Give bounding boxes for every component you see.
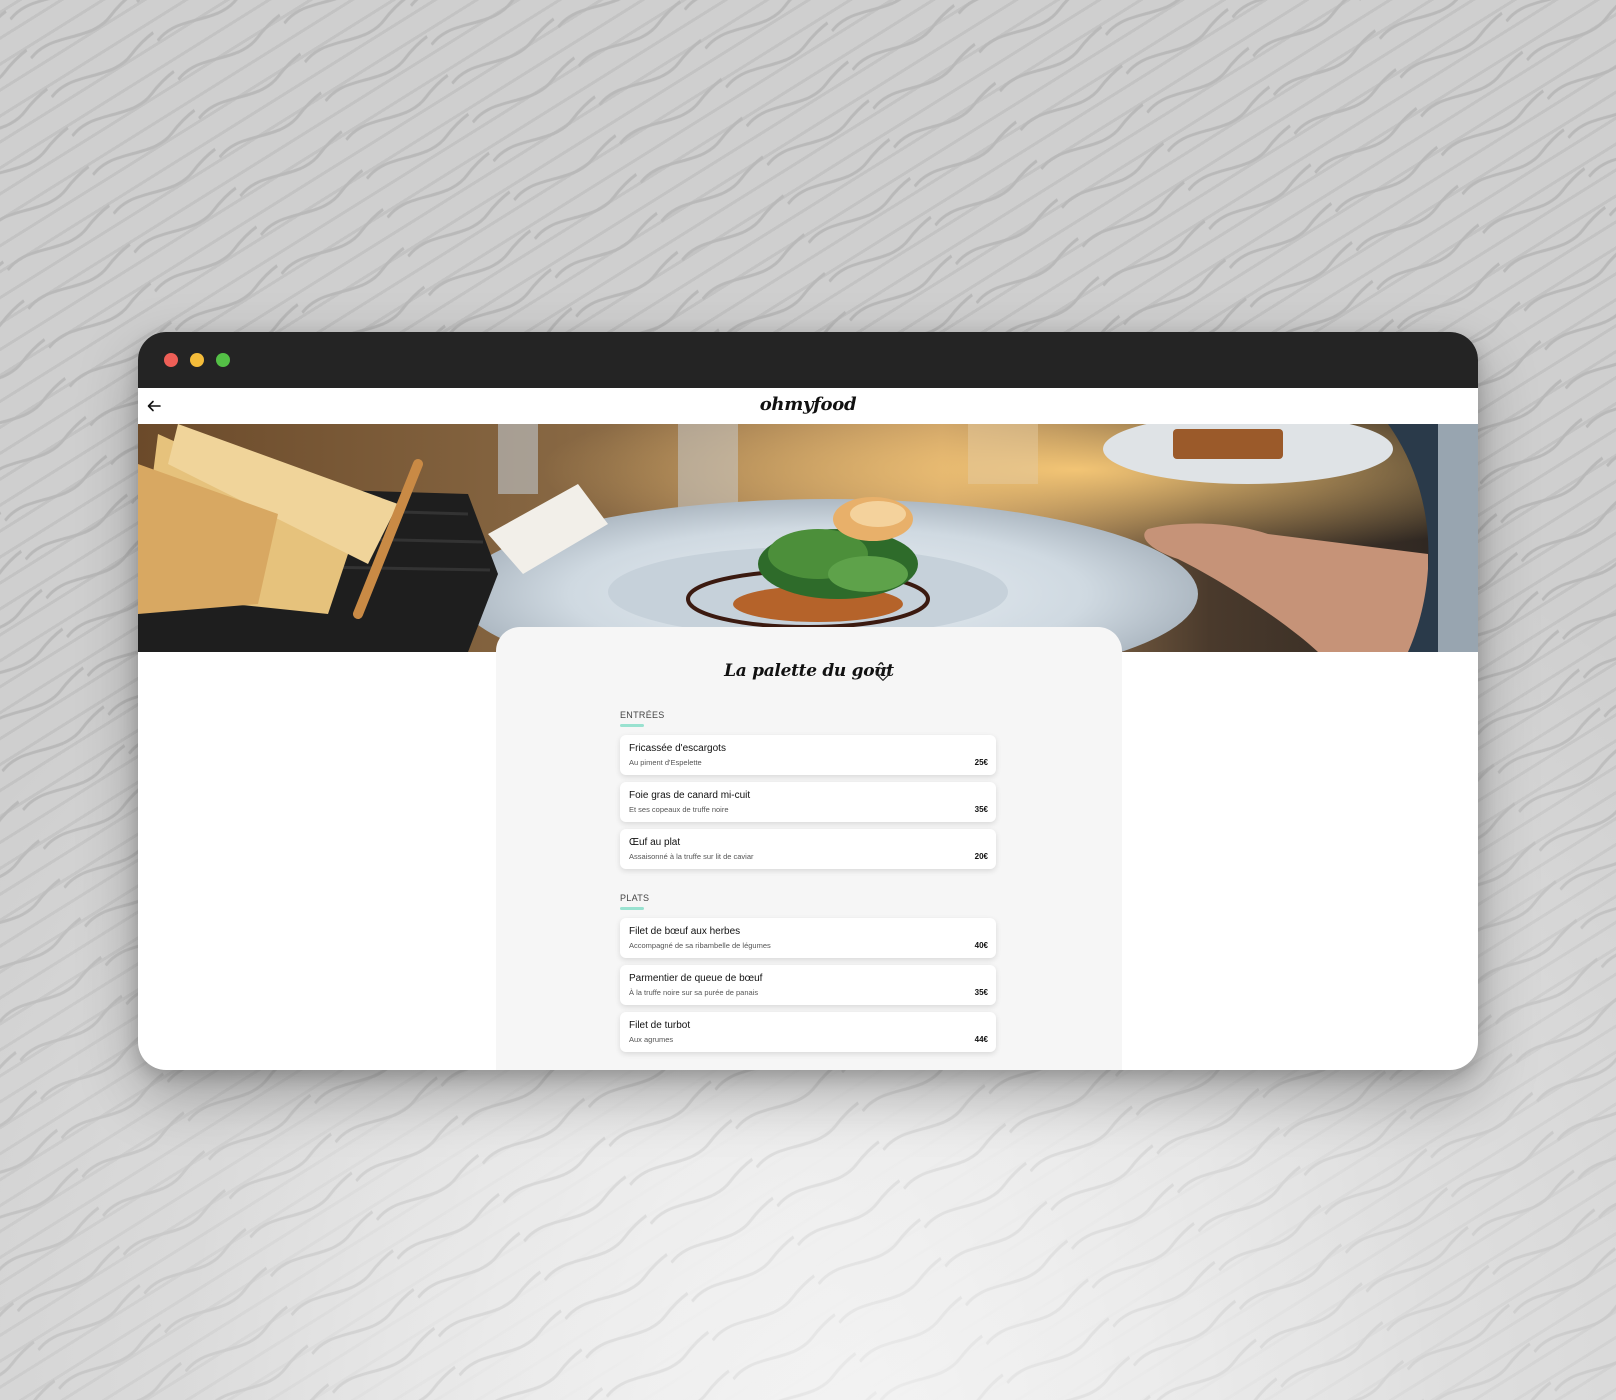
section-label-plats: PLATS <box>620 893 650 910</box>
section-underline <box>620 907 644 910</box>
dish-price: 40€ <box>974 941 988 950</box>
dish-description: Aux agrumes <box>629 1035 674 1044</box>
dish-price: 25€ <box>974 758 988 767</box>
dish-card[interactable]: Parmentier de queue de bœuf À la truffe … <box>620 965 996 1005</box>
dish-card[interactable]: Foie gras de canard mi-cuit Et ses copea… <box>620 782 996 822</box>
dish-card[interactable]: Filet de bœuf aux herbes Accompagné de s… <box>620 918 996 958</box>
dish-price: 44€ <box>974 1035 988 1044</box>
close-window-button[interactable] <box>164 353 178 367</box>
minimize-window-button[interactable] <box>190 353 204 367</box>
app-header: ohmyfood <box>138 388 1478 424</box>
restaurant-menu-card: La palette du goût ENTRÉES Fricassée d'e… <box>496 627 1122 1070</box>
dish-name: Foie gras de canard mi-cuit <box>629 790 751 801</box>
dish-description: Assaisonné à la truffe sur lit de caviar <box>629 852 754 861</box>
dish-name: Fricassée d'escargots <box>629 743 726 754</box>
dish-name: Filet de turbot <box>629 1020 691 1031</box>
brand-logo[interactable]: ohmyfood <box>138 394 1478 415</box>
heart-icon[interactable] <box>874 665 892 683</box>
restaurant-food-photo <box>138 424 1478 652</box>
dish-card[interactable]: Filet de turbot Aux agrumes 44€ <box>620 1012 996 1052</box>
dish-card[interactable]: Œuf au plat Assaisonné à la truffe sur l… <box>620 829 996 869</box>
section-title: PLATS <box>620 893 650 903</box>
dish-price: 20€ <box>974 852 988 861</box>
browser-window: ohmyfood La palette du goût ENTRÉES Fric… <box>138 332 1478 1070</box>
dish-description: Au piment d'Espelette <box>629 758 702 767</box>
dish-description: À la truffe noire sur sa purée de panais <box>629 988 759 997</box>
section-underline <box>620 724 644 727</box>
section-label-entrees: ENTRÉES <box>620 710 665 727</box>
section-title: ENTRÉES <box>620 710 665 720</box>
dish-price: 35€ <box>974 805 988 814</box>
dish-price: 35€ <box>974 988 988 997</box>
window-titlebar <box>138 332 1478 388</box>
zoom-window-button[interactable] <box>216 353 230 367</box>
hero-image <box>138 424 1478 652</box>
dish-description: Accompagné de sa ribambelle de légumes <box>629 941 771 950</box>
restaurant-title-row: La palette du goût <box>496 661 1122 691</box>
dish-card[interactable]: Fricassée d'escargots Au piment d'Espele… <box>620 735 996 775</box>
dish-name: Œuf au plat <box>629 837 681 848</box>
restaurant-name: La palette du goût <box>724 661 894 681</box>
dish-name: Parmentier de queue de bœuf <box>629 973 763 984</box>
dish-description: Et ses copeaux de truffe noire <box>629 805 729 814</box>
dish-name: Filet de bœuf aux herbes <box>629 926 741 937</box>
